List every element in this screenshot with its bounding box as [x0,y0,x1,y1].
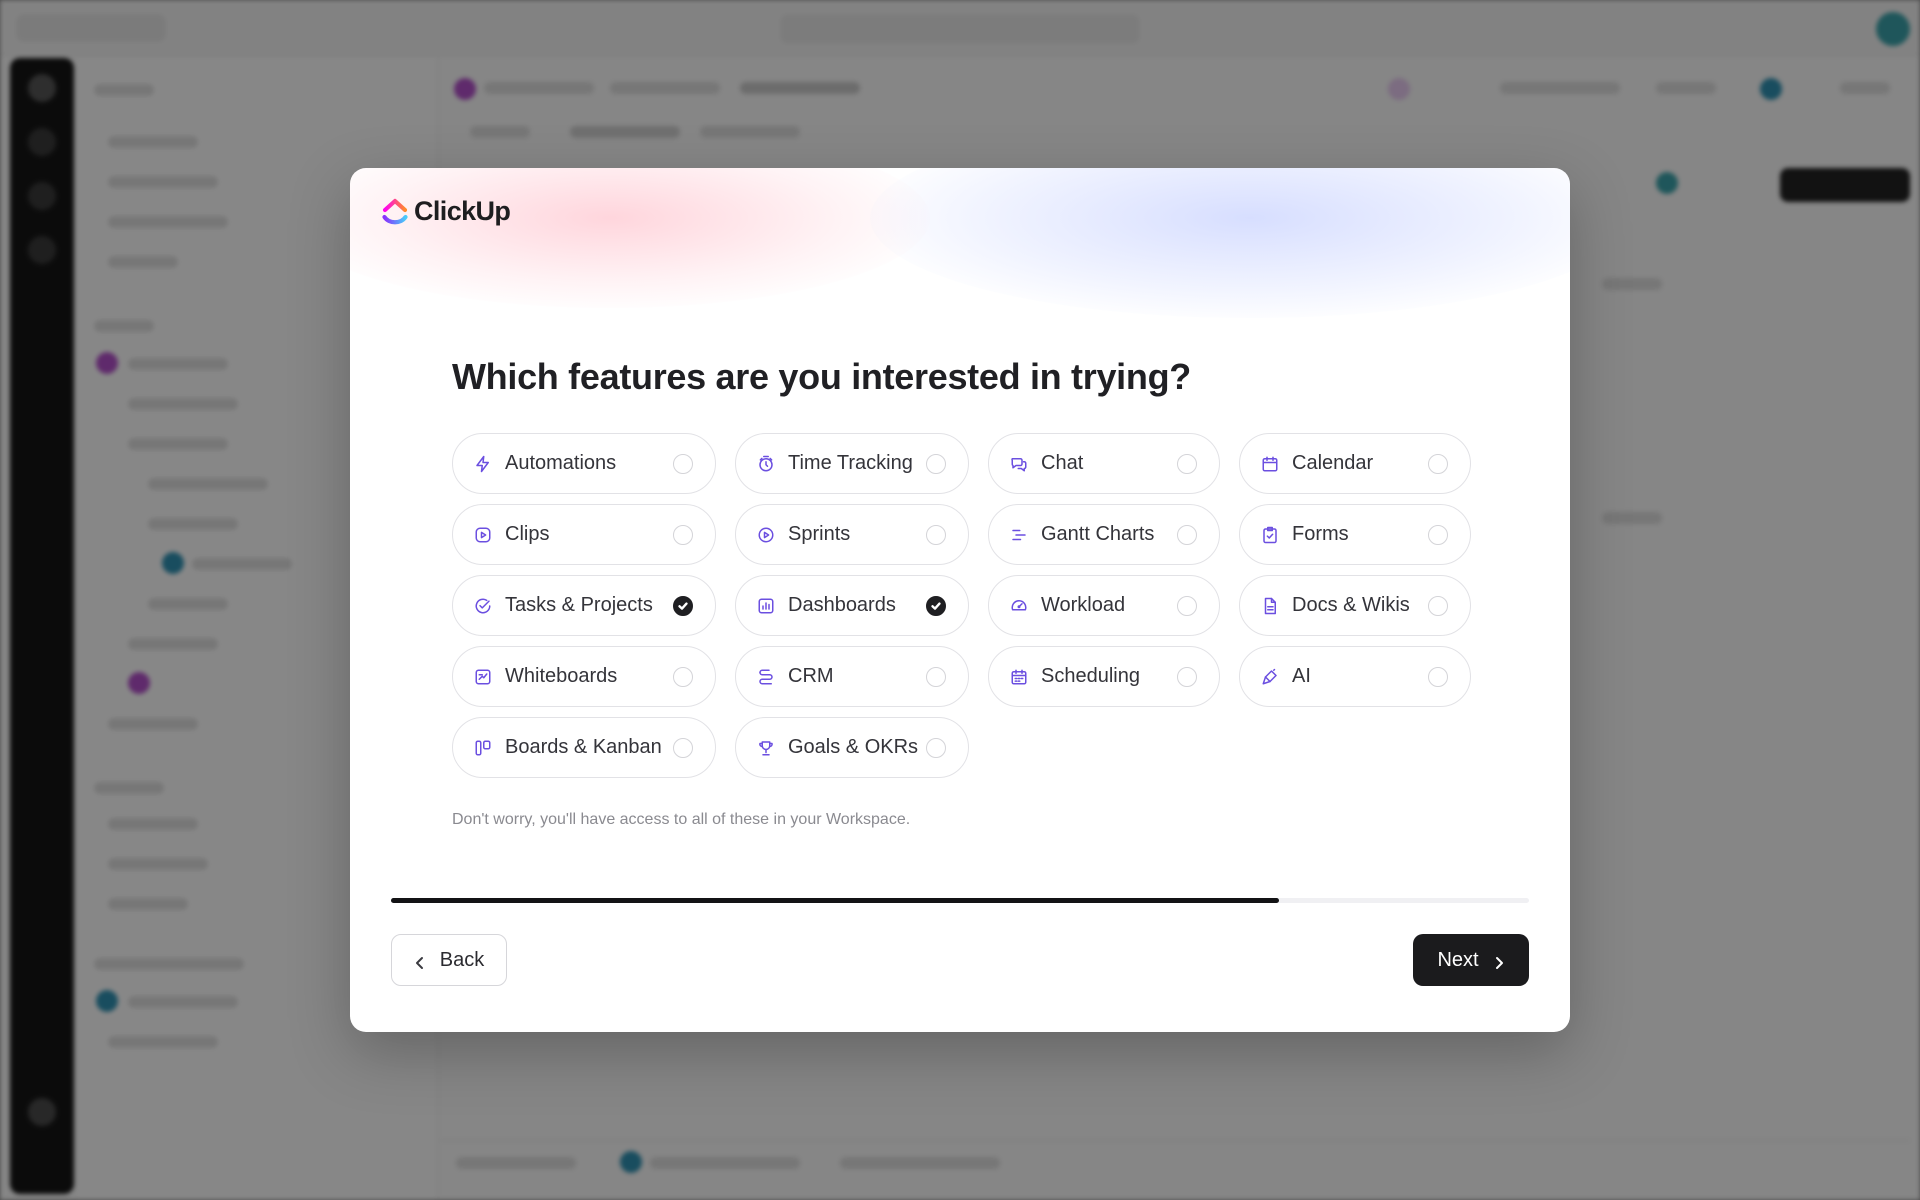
feature-option-chat[interactable]: Chat [988,433,1220,494]
radio-unselected-icon[interactable] [1428,595,1448,616]
chevron-right-icon [1493,953,1505,969]
next-button[interactable]: Next [1413,934,1529,986]
brand-name: ClickUp [414,196,511,226]
clickup-logo: ClickUp [382,196,511,227]
radio-unselected-icon[interactable] [1177,524,1197,545]
bar-chart-icon [756,596,776,616]
stopwatch-icon [756,454,776,474]
feature-option-label: Time Tracking [788,452,913,474]
feature-option-label: Tasks & Projects [505,594,653,616]
radio-unselected-icon[interactable] [926,524,946,545]
feature-option-goals-and-okrs[interactable]: Goals & OKRs [735,717,969,778]
document-icon [1260,596,1280,616]
progress-bar-fill [391,898,1279,903]
back-button-label: Back [439,948,485,971]
feature-option-tasks-and-projects[interactable]: Tasks & Projects [452,575,716,636]
feature-option-label: Sprints [788,523,851,545]
radio-unselected-icon[interactable] [1177,595,1197,616]
feature-options-grid: Automations Time Tracking Chat Calendar Clip… [452,433,1471,778]
radio-unselected-icon[interactable] [926,737,946,758]
gauge-icon [1009,596,1029,616]
feature-option-label: Dashboards [788,594,896,616]
feature-option-ai[interactable]: AI [1239,646,1471,707]
radio-unselected-icon[interactable] [1428,453,1448,474]
feature-option-label: AI [1292,665,1311,687]
feature-option-label: Goals & OKRs [788,736,919,758]
modal-title: Which features are you interested in try… [452,356,1191,397]
radio-unselected-icon[interactable] [673,524,693,545]
feature-option-label: Scheduling [1041,665,1140,687]
radio-unselected-icon[interactable] [673,453,693,474]
chat-bubbles-icon [1009,454,1029,474]
feature-option-calendar[interactable]: Calendar [1239,433,1471,494]
radio-unselected-icon[interactable] [1177,453,1197,474]
trophy-icon [756,738,776,758]
clipboard-check-icon [1260,525,1280,545]
next-button-label: Next [1437,948,1479,971]
feature-option-label: CRM [788,665,834,687]
calendar-icon [1260,454,1280,474]
back-button[interactable]: Back [391,934,507,986]
feature-option-docs-and-wikis[interactable]: Docs & Wikis [1239,575,1471,636]
feature-option-workload[interactable]: Workload [988,575,1220,636]
check-circle-icon [473,596,493,616]
feature-option-label: Gantt Charts [1041,523,1155,545]
feature-option-label: Clips [505,523,550,545]
radio-unselected-icon[interactable] [1177,666,1197,687]
feature-option-label: Automations [505,452,617,474]
feature-option-label: Workload [1041,594,1126,616]
onboarding-modal: ClickUp Which features are you intereste… [350,168,1570,1032]
feature-option-boards-and-kanban[interactable]: Boards & Kanban [452,717,716,778]
radio-unselected-icon[interactable] [926,453,946,474]
feature-option-whiteboards[interactable]: Whiteboards [452,646,716,707]
feature-option-forms[interactable]: Forms [1239,504,1471,565]
radio-unselected-icon[interactable] [673,666,693,687]
helper-note: Don't worry, you'll have access to all o… [452,811,911,828]
feature-option-dashboards[interactable]: Dashboards [735,575,969,636]
checkmark-selected-icon[interactable] [926,595,946,616]
play-square-icon [473,525,493,545]
crm-icon [756,667,776,687]
checkmark-selected-icon[interactable] [673,595,693,616]
header-gradient [350,168,1570,318]
calendar-grid-icon [1009,667,1029,687]
feature-option-crm[interactable]: CRM [735,646,969,707]
gantt-icon [1009,525,1029,545]
radio-unselected-icon[interactable] [926,666,946,687]
feature-option-clips[interactable]: Clips [452,504,716,565]
progress-bar [391,898,1529,903]
bolt-icon [473,454,493,474]
feature-option-label: Chat [1041,452,1084,474]
kanban-icon [473,738,493,758]
feature-option-time-tracking[interactable]: Time Tracking [735,433,969,494]
feature-option-label: Whiteboards [505,665,618,687]
whiteboard-icon [473,667,493,687]
radio-unselected-icon[interactable] [1428,666,1448,687]
feature-option-sprints[interactable]: Sprints [735,504,969,565]
clickup-logo-icon [382,198,408,224]
feature-option-gantt-charts[interactable]: Gantt Charts [988,504,1220,565]
chevron-left-icon [414,953,426,969]
feature-option-label: Boards & Kanban [505,736,662,758]
feature-option-automations[interactable]: Automations [452,433,716,494]
feature-option-label: Calendar [1292,452,1374,474]
radio-unselected-icon[interactable] [1428,524,1448,545]
feature-option-label: Forms [1292,523,1349,545]
feature-option-label: Docs & Wikis [1292,594,1410,616]
play-circle-icon [756,525,776,545]
feature-option-scheduling[interactable]: Scheduling [988,646,1220,707]
ai-brush-icon [1260,667,1280,687]
radio-unselected-icon[interactable] [673,737,693,758]
